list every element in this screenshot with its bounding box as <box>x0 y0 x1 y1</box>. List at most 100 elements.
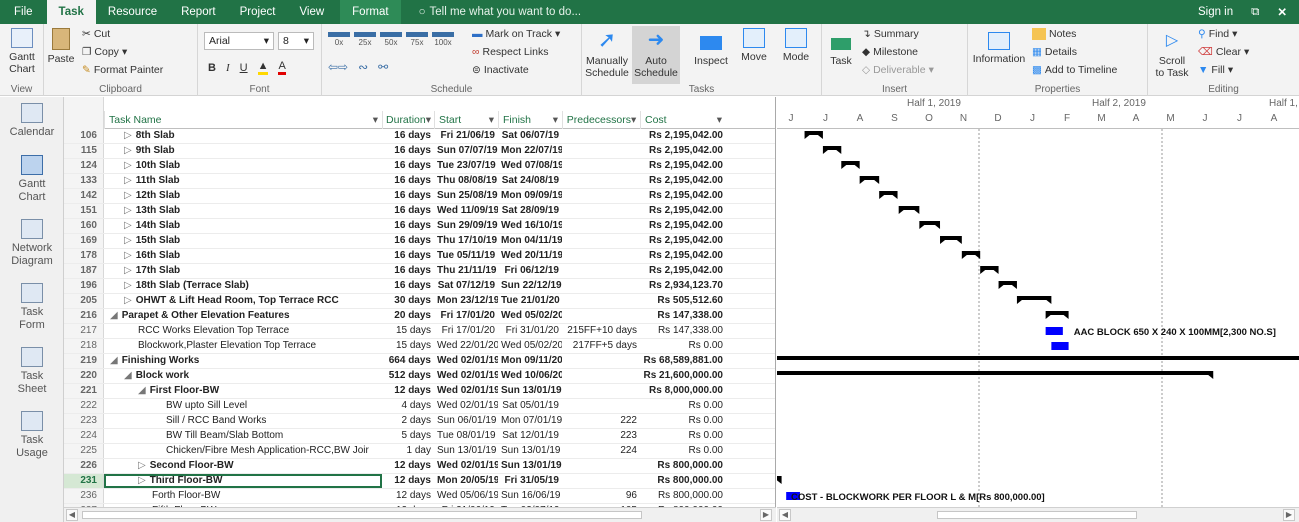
start-cell[interactable]: Sun 25/08/19 <box>434 189 498 203</box>
start-cell[interactable]: Wed 22/01/20 <box>434 339 498 353</box>
task-name-cell[interactable]: ▷ 17th Slab <box>104 264 382 278</box>
table-row[interactable]: 205 ▷ OHWT & Lift Head Room, Top Terrace R… <box>64 294 775 309</box>
finish-cell[interactable]: Wed 20/11/19 <box>498 249 562 263</box>
column-header-start[interactable]: Start ▾ <box>434 111 498 129</box>
font-name-select[interactable]: Arial ▾ <box>204 32 274 50</box>
sheet-horizontal-scrollbar[interactable]: ◀ ▶ <box>64 507 776 522</box>
finish-cell[interactable]: Fri 06/12/19 <box>498 264 562 278</box>
task-name-cell[interactable]: ▷ OHWT & Lift Head Room, Top Terrace RCC <box>104 294 382 308</box>
duration-cell[interactable]: 12 days <box>382 474 434 488</box>
view-task-sheet[interactable]: Task Sheet <box>0 347 64 396</box>
finish-cell[interactable]: Mon 22/07/19 <box>498 144 562 158</box>
task-name-cell[interactable]: ▷ 9th Slab <box>104 144 382 158</box>
cost-cell[interactable]: Rs 0.00 <box>640 429 726 443</box>
duration-cell[interactable]: 16 days <box>382 174 434 188</box>
start-cell[interactable]: Sun 29/09/19 <box>434 219 498 233</box>
predecessors-cell[interactable] <box>562 354 640 368</box>
finish-cell[interactable]: Sat 24/08/19 <box>498 174 562 188</box>
predecessors-cell[interactable] <box>562 279 640 293</box>
finish-cell[interactable]: Sun 16/06/19 <box>498 489 562 503</box>
expand-triangle-icon[interactable]: ▷ <box>124 175 132 186</box>
underline-button[interactable]: U <box>240 62 248 74</box>
expand-triangle-icon[interactable]: ▷ <box>124 145 132 156</box>
table-row[interactable]: 226 ▷ Second Floor-BW 12 days Wed 02/01/19 Su… <box>64 459 775 474</box>
predecessors-cell[interactable]: 223 <box>562 429 640 443</box>
finish-cell[interactable]: Mon 09/11/20 <box>498 354 562 368</box>
bold-button[interactable]: B <box>208 62 216 74</box>
finish-cell[interactable]: Sun 13/01/19 <box>498 459 562 473</box>
finish-cell[interactable]: Sun 13/01/19 <box>498 444 562 458</box>
collapse-triangle-icon[interactable]: ◢ <box>110 355 118 366</box>
table-row[interactable]: 231 ▷ Third Floor-BW 12 days Mon 20/05/19 Fri… <box>64 474 775 489</box>
task-name-cell[interactable]: BW upto Sill Level <box>104 399 382 413</box>
cost-cell[interactable]: Rs 505,512.60 <box>640 294 726 308</box>
predecessors-cell[interactable]: 224 <box>562 444 640 458</box>
start-cell[interactable]: Wed 02/01/19 <box>434 399 498 413</box>
task-name-cell[interactable]: ▷ 10th Slab <box>104 159 382 173</box>
task-name-cell[interactable]: ▷ Third Floor-BW <box>104 474 382 488</box>
predecessors-cell[interactable] <box>562 294 640 308</box>
auto-schedule-button[interactable]: ➜ Auto Schedule <box>632 26 680 84</box>
cost-cell[interactable]: Rs 21,600,000.00 <box>640 369 726 383</box>
task-name-cell[interactable]: Forth Floor-BW <box>104 489 382 503</box>
expand-triangle-icon[interactable]: ▷ <box>124 280 132 291</box>
duration-cell[interactable]: 2 days <box>382 414 434 428</box>
duration-cell[interactable]: 15 days <box>382 324 434 338</box>
summary-bar[interactable] <box>961 251 981 255</box>
expand-triangle-icon[interactable]: ▷ <box>138 460 146 471</box>
table-row[interactable]: 169 ▷ 15th Slab 16 days Thu 17/10/19 Mon 04/1… <box>64 234 775 249</box>
scroll-to-task-button[interactable]: ▷ Scroll to Task <box>1152 30 1192 79</box>
task-name-cell[interactable]: ▷ 11th Slab <box>104 174 382 188</box>
predecessors-cell[interactable] <box>562 399 640 413</box>
column-header-duration[interactable]: Duration ▾ <box>382 111 434 129</box>
information-button[interactable]: Information <box>970 28 1028 65</box>
duration-cell[interactable]: 4 days <box>382 399 434 413</box>
view-task-usage[interactable]: Task Usage <box>0 411 64 460</box>
move-button[interactable]: Move <box>734 28 774 63</box>
summary-bar[interactable] <box>919 221 941 225</box>
finish-cell[interactable]: Mon 07/01/19 <box>498 414 562 428</box>
cost-cell[interactable]: Rs 0.00 <box>640 444 726 458</box>
tell-me-box[interactable]: ○ Tell me what you want to do... <box>419 6 581 18</box>
duration-cell[interactable]: 16 days <box>382 219 434 233</box>
predecessors-cell[interactable] <box>562 459 640 473</box>
start-cell[interactable]: Tue 23/07/19 <box>434 159 498 173</box>
restore-icon[interactable]: ⧉ <box>1251 6 1259 19</box>
duration-cell[interactable]: 16 days <box>382 234 434 248</box>
column-header-predecessors[interactable]: Predecessors ▾ <box>562 111 640 129</box>
predecessors-cell[interactable] <box>562 129 640 143</box>
summary-bar[interactable] <box>841 161 860 165</box>
task-name-cell[interactable]: RCC Works Elevation Top Terrace <box>104 324 382 338</box>
start-cell[interactable]: Wed 05/06/19 <box>434 489 498 503</box>
deliverable-button[interactable]: ◇ Deliverable ▾ <box>862 64 934 76</box>
tab-task[interactable]: Task <box>46 0 96 24</box>
scroll-thumb[interactable] <box>937 511 1137 519</box>
cost-cell[interactable]: Rs 2,195,042.00 <box>640 129 726 143</box>
duration-cell[interactable]: 12 days <box>382 489 434 503</box>
cost-cell[interactable]: Rs 800,000.00 <box>640 474 726 488</box>
task-bar[interactable] <box>1045 327 1063 335</box>
clear-button[interactable]: ⌫ Clear ▾ <box>1198 46 1249 58</box>
indent-icon[interactable]: ⇦⇨ <box>328 60 348 74</box>
task-name-cell[interactable]: ▷ 13th Slab <box>104 204 382 218</box>
font-color-icon[interactable]: A <box>278 60 286 75</box>
milestone-button[interactable]: ◆ Milestone <box>862 46 918 58</box>
predecessors-cell[interactable] <box>562 174 640 188</box>
start-cell[interactable]: Fri 17/01/20 <box>434 309 498 323</box>
duration-cell[interactable]: 16 days <box>382 204 434 218</box>
duration-cell[interactable]: 664 days <box>382 354 434 368</box>
cost-cell[interactable]: Rs 2,195,042.00 <box>640 249 726 263</box>
finish-cell[interactable]: Sat 05/01/19 <box>498 399 562 413</box>
start-cell[interactable]: Wed 02/01/19 <box>434 459 498 473</box>
table-row[interactable]: 115 ▷ 9th Slab 16 days Sun 07/07/19 Mon 22/07… <box>64 144 775 159</box>
table-row[interactable]: 160 ▷ 14th Slab 16 days Sun 29/09/19 Wed 16/1… <box>64 219 775 234</box>
copy-button[interactable]: ❐ Copy ▾ <box>82 46 127 58</box>
cost-cell[interactable]: Rs 2,195,042.00 <box>640 264 726 278</box>
duration-cell[interactable]: 12 days <box>382 384 434 398</box>
gantt-chart-view-button[interactable]: Gantt Chart <box>4 28 40 75</box>
task-bar[interactable] <box>1051 342 1069 350</box>
cost-cell[interactable]: Rs 2,195,042.00 <box>640 234 726 248</box>
collapse-triangle-icon[interactable]: ◢ <box>138 385 146 396</box>
predecessors-cell[interactable] <box>562 474 640 488</box>
collapse-triangle-icon[interactable]: ◢ <box>110 310 118 321</box>
